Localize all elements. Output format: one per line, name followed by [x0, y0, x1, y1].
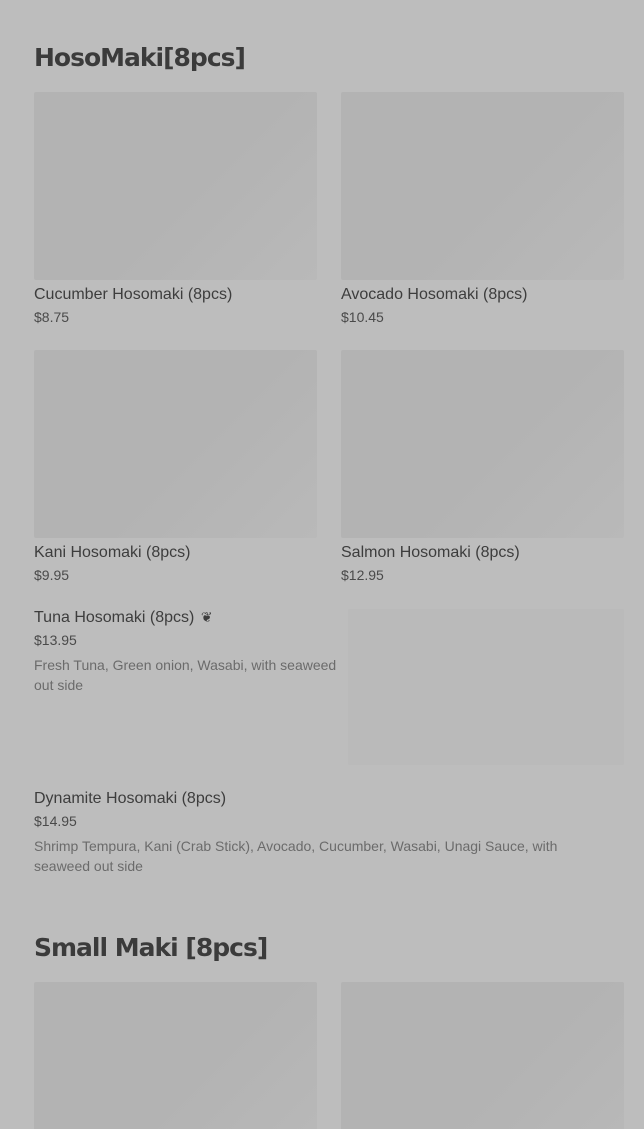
menu-page: HosoMaki[8pcs] Cucumber Hosomaki (8pcs) …: [0, 0, 644, 1129]
item-description: Fresh Tuna, Green onion, Wasabi, with se…: [34, 657, 337, 693]
item-name: Avocado Hosomaki (8pcs): [341, 286, 528, 303]
menu-item-row[interactable]: Tuna Hosomaki (8pcs) ❦ $13.95 Fresh Tuna…: [34, 607, 624, 765]
item-text: Tuna Hosomaki (8pcs) ❦ $13.95 Fresh Tuna…: [34, 607, 339, 695]
menu-item-card[interactable]: Cucumber Hosomaki (8pcs) $8.75: [34, 92, 317, 326]
menu-item-card[interactable]: Kani Hosomaki (8pcs) $9.95: [34, 350, 317, 584]
menu-item-card[interactable]: Salmon Hosomaki (8pcs) $12.95: [341, 350, 624, 584]
item-image: [341, 350, 624, 538]
item-name: Kani Hosomaki (8pcs): [34, 544, 191, 561]
item-name: Salmon Hosomaki (8pcs): [341, 544, 520, 561]
item-image: [34, 982, 317, 1129]
vegetarian-leaf-icon: ❦: [200, 609, 213, 625]
item-image: [348, 609, 624, 765]
item-price: $14.95: [34, 813, 77, 829]
item-price: $9.95: [34, 567, 70, 583]
menu-item-row[interactable]: Dynamite Hosomaki (8pcs) $14.95 Shrimp T…: [34, 789, 624, 876]
item-image: [34, 350, 317, 538]
item-price: $8.75: [34, 309, 70, 325]
item-price: $13.95: [34, 632, 77, 648]
item-name: Tuna Hosomaki (8pcs) ❦: [34, 609, 213, 626]
section-title-hosomaki: HosoMaki[8pcs]: [34, 43, 246, 72]
item-image: [341, 92, 624, 280]
item-price: $12.95: [341, 567, 384, 583]
section-title-small-maki: Small Maki [8pcs]: [34, 933, 268, 962]
item-text: Dynamite Hosomaki (8pcs) $14.95 Shrimp T…: [34, 789, 594, 876]
item-image: [34, 92, 317, 280]
item-price: $10.45: [341, 309, 384, 325]
item-name: Cucumber Hosomaki (8pcs): [34, 286, 233, 303]
item-description: Shrimp Tempura, Kani (Crab Stick), Avoca…: [34, 838, 558, 874]
menu-item-card[interactable]: [34, 982, 317, 1129]
item-image: [341, 982, 624, 1129]
menu-grid-row: [34, 982, 624, 1129]
menu-item-card[interactable]: Avocado Hosomaki (8pcs) $10.45: [341, 92, 624, 326]
menu-item-card[interactable]: [341, 982, 624, 1129]
item-name: Dynamite Hosomaki (8pcs): [34, 790, 227, 807]
menu-grid-row: Kani Hosomaki (8pcs) $9.95 Salmon Hosoma…: [34, 350, 624, 584]
menu-grid-row: Cucumber Hosomaki (8pcs) $8.75 Avocado H…: [34, 92, 624, 326]
